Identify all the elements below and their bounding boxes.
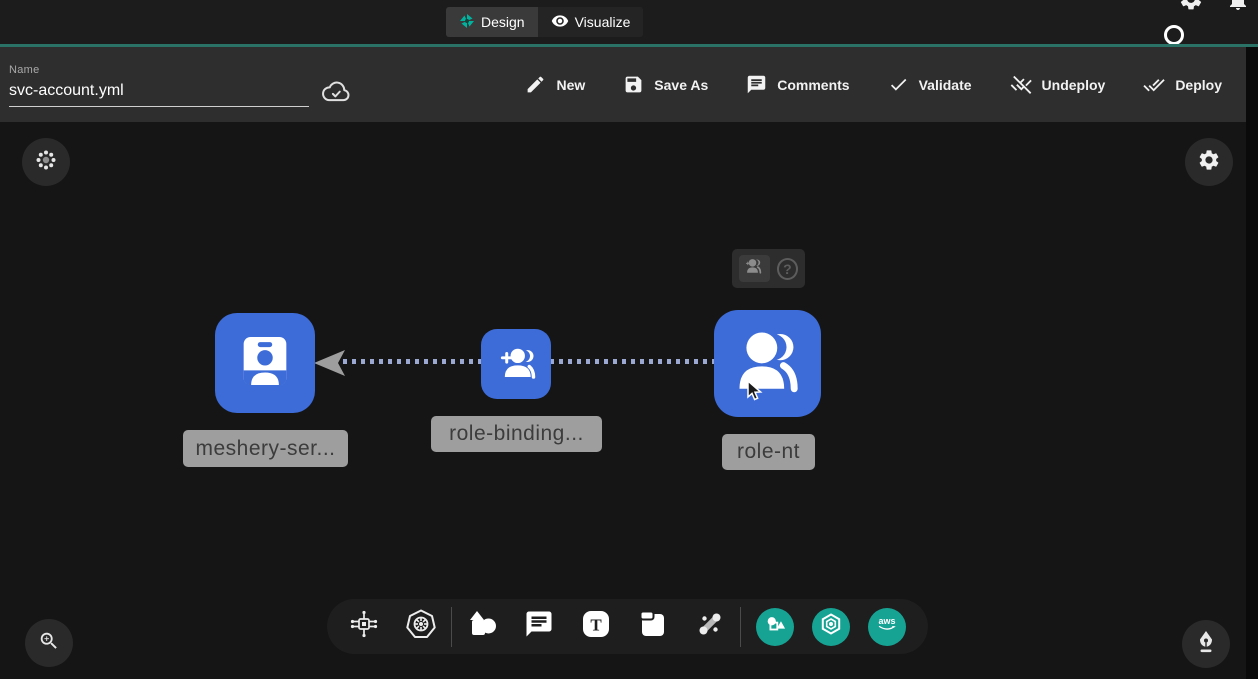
bell-icon[interactable] [1226,0,1250,17]
design-canvas[interactable] [0,122,1246,679]
undeploy-icon [1010,74,1032,96]
svg-text:T: T [590,616,602,635]
double-check-icon [1143,74,1165,96]
right-scroll-strip[interactable] [1246,47,1258,679]
deploy-button[interactable]: Deploy [1143,74,1222,96]
text-icon: T [581,609,611,644]
aws-label: aws [878,616,895,626]
hexagon-icon [819,612,843,641]
undeploy-button-label: Undeploy [1042,77,1106,93]
top-bar: Design Visualize [0,0,1258,44]
kubernetes-button[interactable] [406,610,436,644]
save-as-button-label: Save As [654,77,708,93]
aws-icon: aws [874,612,900,641]
text-tool-button[interactable]: T [581,610,611,644]
help-glyph: ? [783,261,792,277]
link-tool-button[interactable] [695,610,725,644]
eye-icon [551,12,569,33]
new-button-label: New [556,77,585,93]
new-button[interactable]: New [525,74,585,95]
bottom-dock: T [327,599,928,654]
node-label-role[interactable]: role-nt [722,434,815,470]
canvas-settings-button[interactable] [1185,138,1233,186]
dock-divider [740,607,741,647]
circuit-icon [348,608,380,645]
comment-icon [524,609,554,644]
shapes-icon [465,607,499,646]
action-buttons: New Save As Comments Va [525,47,1222,122]
help-icon[interactable]: ? [777,258,798,280]
single-check-icon [888,74,909,95]
meshery-logo-icon [459,13,475,32]
validate-button-label: Validate [919,77,972,93]
node-popover: ? [732,249,805,288]
tab-visualize[interactable]: Visualize [538,7,644,37]
validate-button[interactable]: Validate [888,74,972,95]
design-action-bar: Name New Save As [0,47,1246,122]
group-icon [731,324,805,403]
save-icon [623,74,644,95]
pen-nib-icon [1195,630,1217,659]
hexagon-extension-button[interactable] [812,608,850,646]
freeze-layout-icon [35,149,57,176]
deploy-button-label: Deploy [1175,77,1222,93]
node-label-role-binding[interactable]: role-binding... [431,416,602,452]
note-icon [637,608,669,645]
link-icon [695,609,725,644]
mode-tab-group: Design Visualize [446,7,643,37]
node-service-account[interactable] [215,313,315,413]
tab-visualize-label: Visualize [575,14,631,30]
components-button[interactable] [349,610,379,644]
edge-arrowhead-icon [314,348,346,383]
node-label-service-account[interactable]: meshery-ser... [183,430,348,467]
id-badge-icon [233,329,297,398]
meshery-shapes-icon [764,613,786,640]
pencil-icon [525,74,546,95]
tab-design-label: Design [481,14,525,30]
name-field-label: Name [9,64,40,76]
group-icon [745,257,763,280]
dock-divider [451,607,452,647]
zoom-in-icon [38,630,60,657]
freeze-layout-button[interactable] [22,138,70,186]
cloud-check-icon [321,77,351,107]
node-role-binding[interactable] [481,329,551,399]
comment-tool-button[interactable] [524,610,554,644]
save-as-button[interactable]: Save As [623,74,708,95]
accent-divider [0,44,1258,47]
comments-button[interactable]: Comments [746,74,849,95]
zoom-button[interactable] [25,619,73,667]
gear-icon[interactable] [1178,0,1204,17]
shapes-button[interactable] [467,610,497,644]
comments-button-label: Comments [777,77,849,93]
node-role[interactable] [714,310,821,417]
design-name-input[interactable] [9,80,309,107]
canvas-settings-gear-icon [1197,148,1221,177]
meshery-shapes-button[interactable] [756,608,794,646]
person-add-icon [495,341,537,388]
tab-design[interactable]: Design [446,7,538,37]
pen-tool-button[interactable] [1182,620,1230,668]
popover-group-button[interactable] [739,255,770,282]
comment-icon [746,74,767,95]
kubernetes-icon [405,608,437,645]
note-tool-button[interactable] [638,610,668,644]
aws-extension-button[interactable]: aws [868,608,906,646]
undeploy-button[interactable]: Undeploy [1010,74,1106,96]
